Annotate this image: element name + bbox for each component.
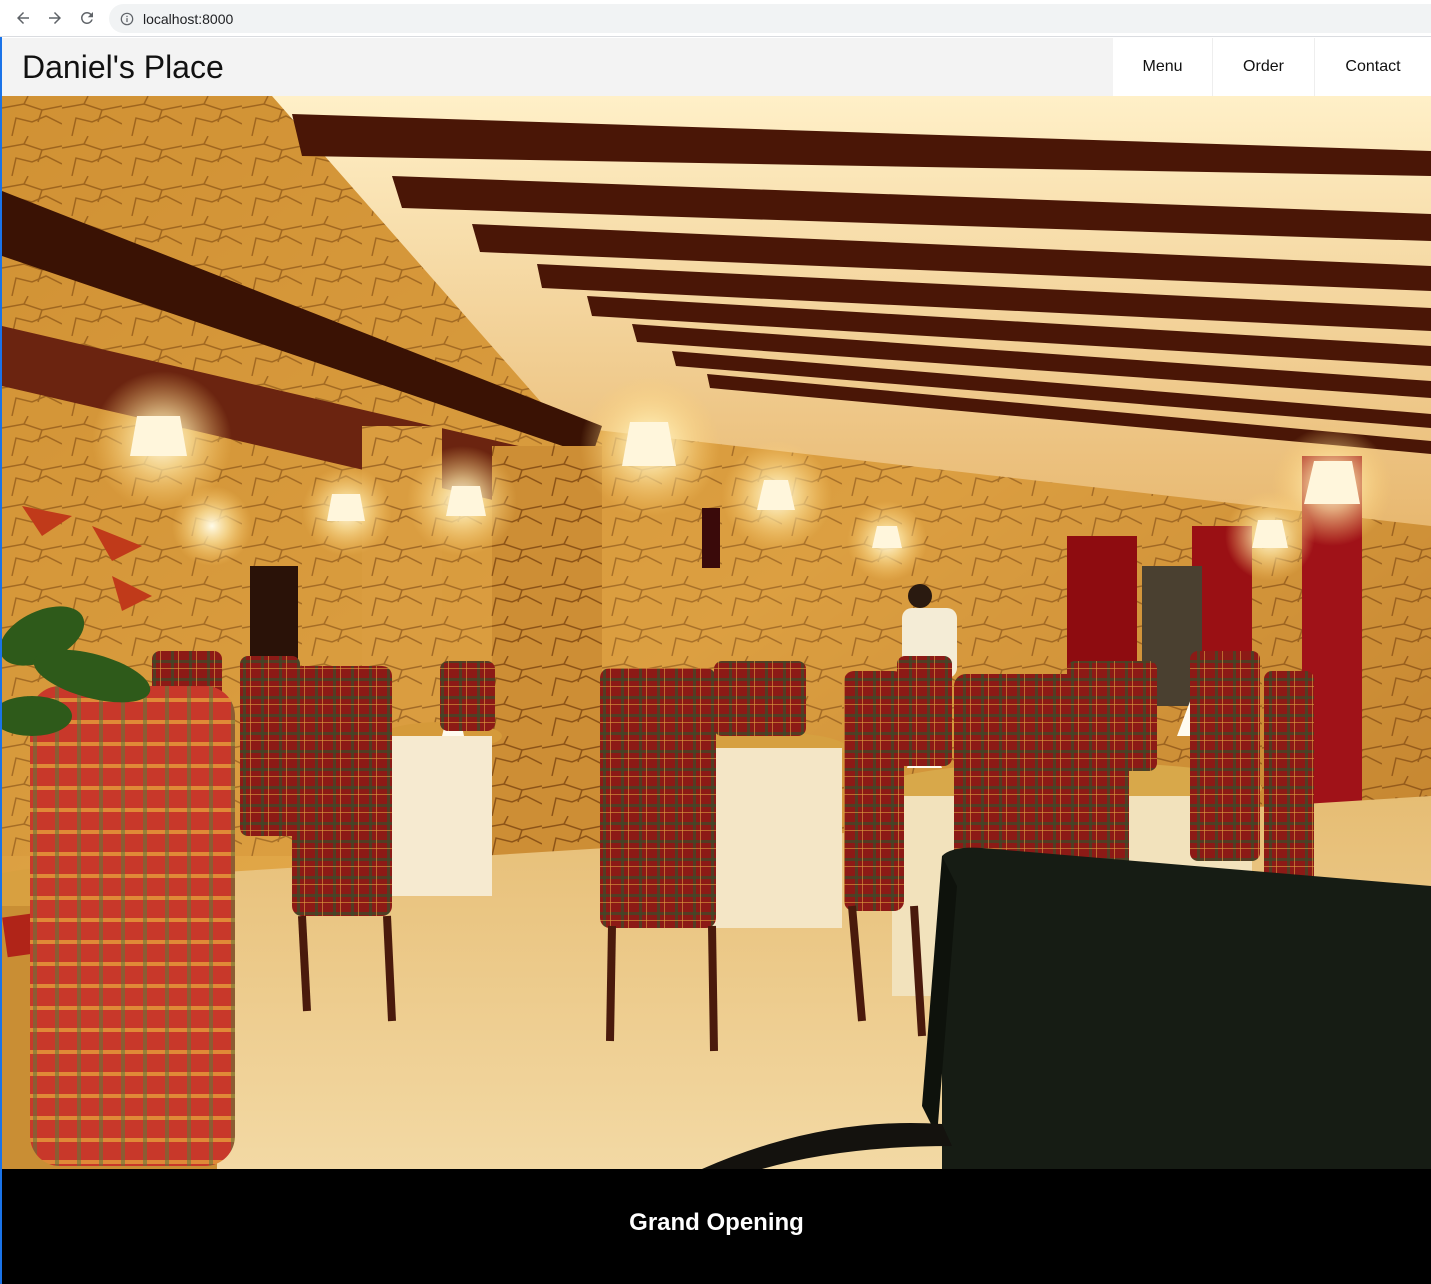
grand-opening-banner: Grand Opening: [2, 1169, 1431, 1284]
site-header: Daniel's Place Menu Order Contact: [2, 38, 1431, 96]
main-nav: Menu Order Contact: [1113, 38, 1431, 96]
reload-button[interactable]: [71, 0, 103, 37]
arrow-right-icon: [49, 12, 61, 24]
forward-button[interactable]: [39, 0, 71, 37]
address-bar[interactable]: localhost:8000: [109, 4, 1431, 33]
arrow-left-icon: [17, 12, 29, 24]
hero-image: [2, 96, 1431, 1169]
nav-menu-link[interactable]: Menu: [1113, 38, 1212, 96]
banner-title: Grand Opening: [629, 1209, 804, 1236]
url-text: localhost:8000: [143, 10, 234, 27]
nav-contact-link[interactable]: Contact: [1314, 38, 1431, 96]
site-brand[interactable]: Daniel's Place: [22, 38, 224, 96]
restaurant-interior-photo: [2, 96, 1431, 1169]
reload-icon: [80, 11, 93, 24]
nav-order-link[interactable]: Order: [1212, 38, 1314, 96]
browser-toolbar: localhost:8000: [0, 0, 1431, 37]
info-icon[interactable]: [120, 12, 134, 26]
back-button[interactable]: [7, 0, 39, 37]
